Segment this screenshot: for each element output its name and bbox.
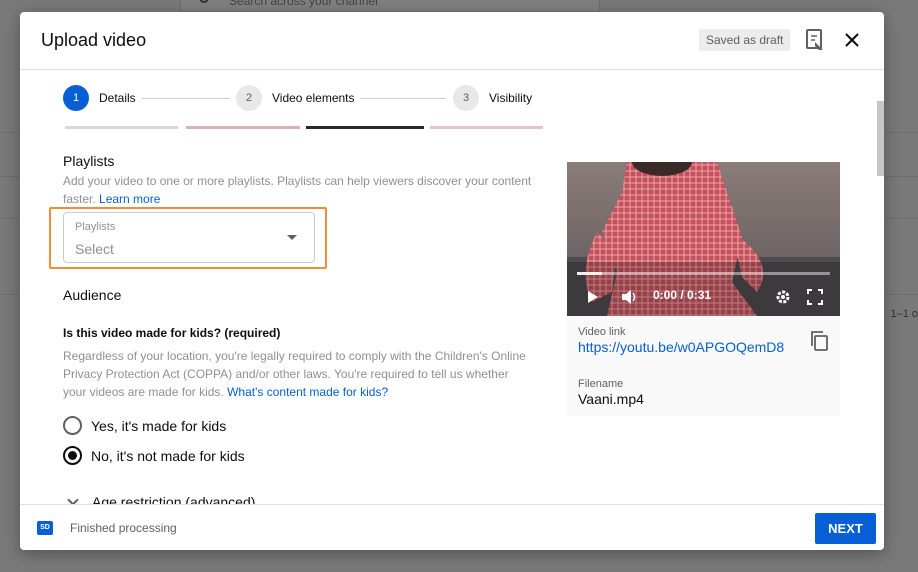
thumbnail-option[interactable] <box>65 126 178 129</box>
step-number: 3 <box>453 85 479 111</box>
thumbnail-option[interactable] <box>430 126 543 129</box>
video-link-label: Video link <box>578 326 626 338</box>
playlists-help-text: Add your video to one or more playlists.… <box>63 172 533 208</box>
age-restriction-label: Age restriction (advanced) <box>92 494 256 504</box>
next-button[interactable]: NEXT <box>815 513 876 544</box>
video-player[interactable]: 0:00 / 0:31 <box>567 162 840 316</box>
dialog-header: Upload video Saved as draft <box>20 12 884 70</box>
radio-checked-icon <box>63 446 82 465</box>
details-form: Playlists Add your video to one or more … <box>20 126 884 504</box>
play-icon[interactable] <box>587 290 599 304</box>
step-connector <box>360 98 446 99</box>
step-number: 1 <box>63 85 89 111</box>
upload-stepper: 1 Details 2 Video elements 3 Visibility <box>20 70 884 126</box>
playlists-select[interactable]: Playlists Select <box>63 212 315 263</box>
chevron-down-icon <box>67 494 79 504</box>
playlists-select-label: Playlists <box>75 221 116 233</box>
step-details[interactable]: 1 Details <box>63 85 136 111</box>
step-connector <box>142 98 230 99</box>
step-visibility[interactable]: 3 Visibility <box>453 85 532 111</box>
step-number: 2 <box>236 85 262 111</box>
step-video-elements[interactable]: 2 Video elements <box>236 85 355 111</box>
fullscreen-icon[interactable] <box>807 289 823 305</box>
volume-icon[interactable] <box>620 288 638 306</box>
step-label: Visibility <box>489 91 533 105</box>
draft-status-badge: Saved as draft <box>699 29 791 51</box>
radio-not-made-for-kids[interactable]: No, it's not made for kids <box>63 446 245 465</box>
filename-label: Filename <box>578 378 624 390</box>
scrollbar-thumb[interactable] <box>877 101 884 176</box>
video-progress-bar[interactable] <box>577 272 830 275</box>
sd-quality-icon: SD <box>37 521 53 535</box>
copy-link-button[interactable] <box>809 330 829 352</box>
audience-help-text: Regardless of your location, you're lega… <box>63 347 533 401</box>
thumbnail-option[interactable] <box>186 126 300 129</box>
processing-status: Finished processing <box>70 521 177 535</box>
upload-video-dialog: Upload video Saved as draft 1 Details 2 … <box>20 12 884 550</box>
playlists-heading: Playlists <box>63 153 115 169</box>
close-icon <box>845 33 859 47</box>
made-for-kids-question: Is this video made for kids? (required) <box>63 326 281 340</box>
step-label: Video elements <box>272 91 355 105</box>
settings-gear-icon[interactable] <box>775 289 791 305</box>
radio-unchecked-icon <box>63 416 82 435</box>
age-restriction-toggle[interactable]: Age restriction (advanced) <box>66 494 255 504</box>
learn-more-link[interactable]: Learn more <box>99 192 160 206</box>
dropdown-arrow-icon <box>287 235 297 240</box>
audience-heading: Audience <box>63 287 122 303</box>
copy-icon <box>811 331 828 351</box>
radio-made-for-kids[interactable]: Yes, it's made for kids <box>63 416 226 435</box>
dialog-title: Upload video <box>41 30 147 50</box>
filename-value: Vaani.mp4 <box>578 391 644 407</box>
step-label: Details <box>99 91 136 105</box>
video-time: 0:00 / 0:31 <box>653 288 712 302</box>
thumbnail-option[interactable] <box>306 126 424 129</box>
radio-label: Yes, it's made for kids <box>91 417 227 434</box>
radio-label: No, it's not made for kids <box>91 447 245 464</box>
feedback-button[interactable] <box>804 28 826 52</box>
feedback-icon <box>806 29 823 50</box>
video-preview-card: 0:00 / 0:31 Video link https://youtu.be/… <box>567 162 840 416</box>
video-progress-played <box>577 272 603 275</box>
close-button[interactable] <box>840 28 864 52</box>
playlists-select-value: Select <box>75 241 114 257</box>
dialog-footer: SD Finished processing NEXT <box>20 504 884 550</box>
content-for-kids-link[interactable]: What's content made for kids? <box>227 385 388 399</box>
video-link[interactable]: https://youtu.be/w0APGOQemD8 <box>578 339 784 355</box>
